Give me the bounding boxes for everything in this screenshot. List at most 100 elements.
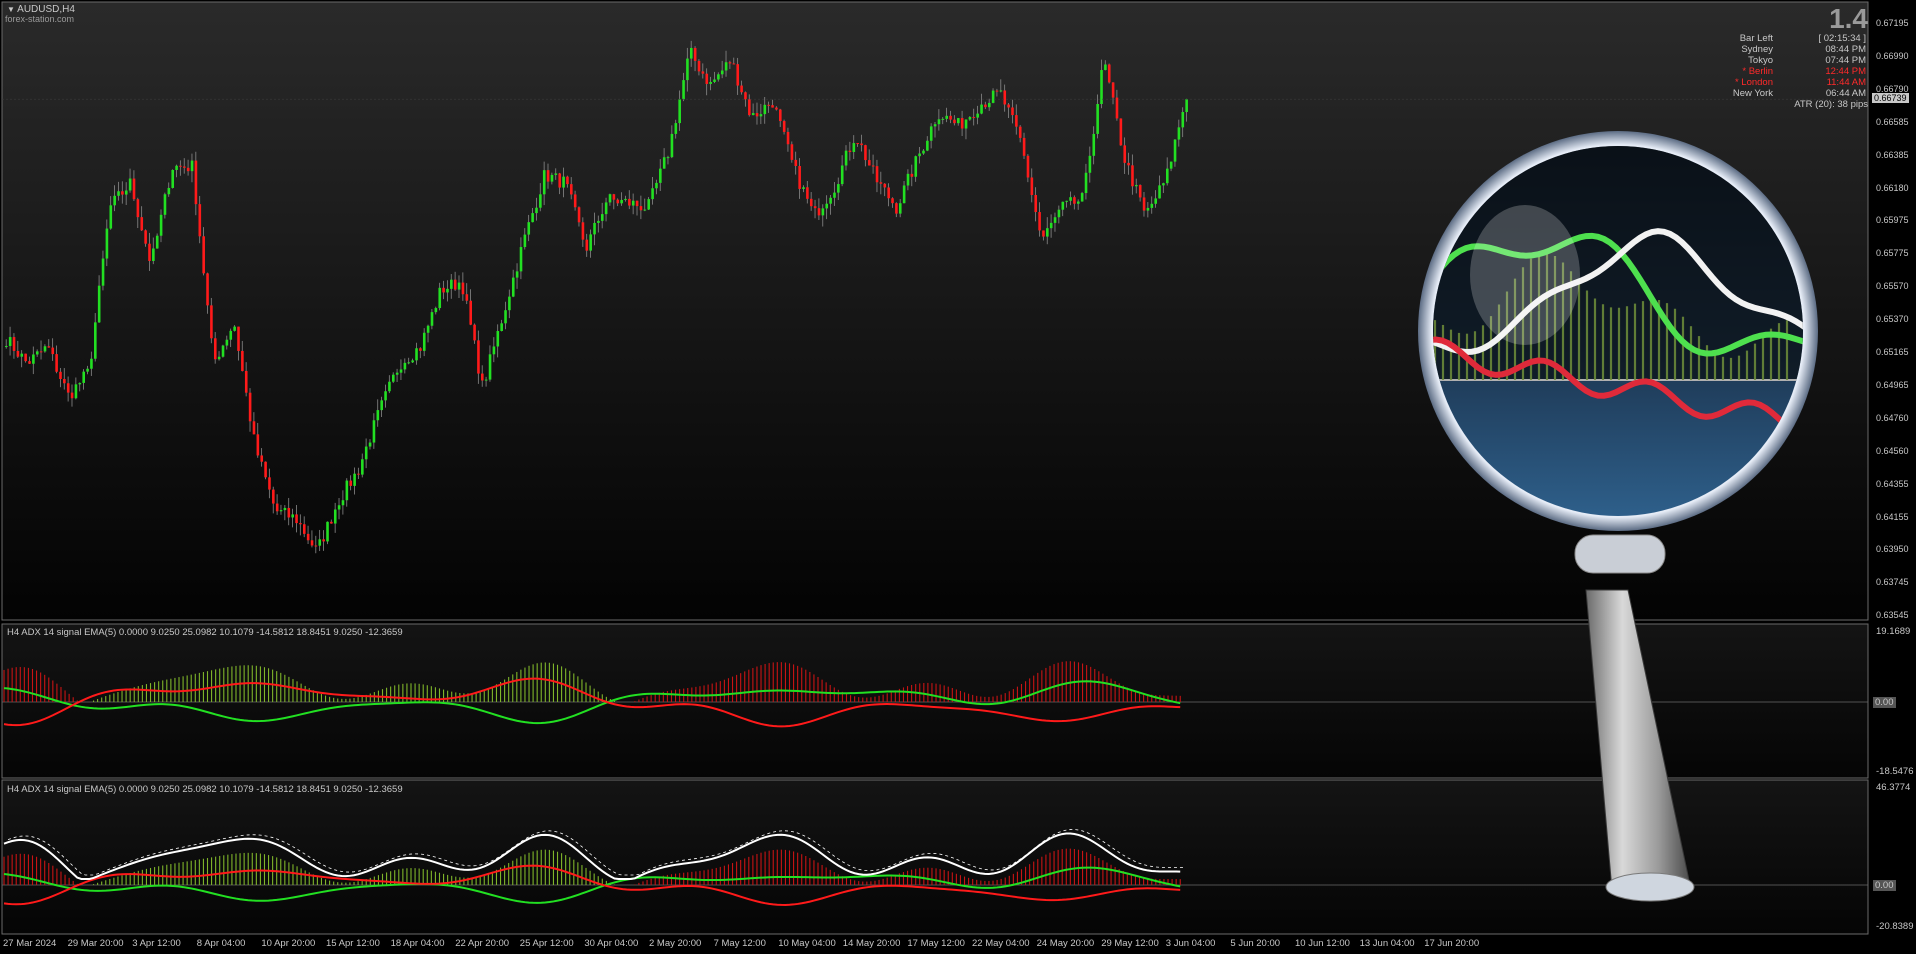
candle-body [94,322,97,359]
candle-body [1065,200,1068,202]
candle-body [1146,207,1150,211]
candle-body [256,434,260,456]
candle-body [105,228,109,259]
candle-body [299,523,302,525]
candle-body [720,70,724,75]
candle-body [682,80,685,100]
info-row-label: New York [1732,88,1773,99]
candle-body [751,113,755,116]
candle-body [655,182,658,189]
candle-body [732,63,736,65]
candle-body [24,353,27,362]
price-axis-label: 0.65975 [1876,215,1909,226]
candle-body [670,133,674,158]
candle-body [484,379,488,381]
candle-body [674,123,678,134]
candle-body [813,206,817,209]
info-rows: Bar Left [ 02:15:34 ] Sydney 08:44 PM Tokyo 0… [1620,33,1868,99]
candle-body [186,167,190,172]
candle-body [531,213,534,223]
candle-body [608,194,612,203]
candle-body [368,442,372,447]
candle-body [759,114,763,117]
candle-body [620,199,623,204]
candle-body [1069,197,1072,201]
candle-body [515,271,519,278]
candle-body [198,204,202,237]
candle-body [171,169,175,188]
candle-body [794,159,798,166]
candle-body [221,345,225,357]
candle-body [558,173,562,188]
candle-body [953,119,956,124]
candle-body [662,157,666,169]
candle-body [527,222,531,235]
candle-body [252,421,256,435]
time-axis-label: 22 Apr 20:00 [455,938,510,949]
candle-body [1138,185,1142,198]
candle-body [326,521,329,542]
candle-body [388,381,391,392]
candle-body [1150,203,1154,208]
price-axis-label: 0.63950 [1876,544,1909,555]
candle-body [1046,228,1049,237]
candle-body [55,354,58,372]
candle-body [78,382,82,385]
price-axis[interactable]: 0.67195 0.66990 0.66790 0.66585 0.66385 0.661… [1870,0,1916,622]
time-axis[interactable]: 27 Mar 2024 29 Mar 20:00 3 Apr 12:00 8 Apr … [0,936,1870,954]
candle-body [70,392,74,399]
candle-body [1073,197,1076,204]
candle-body [117,191,120,196]
candle-body [701,71,705,74]
candle-body [775,107,778,110]
candle-body [473,324,476,341]
candle-body [434,308,438,313]
candle-body [1177,127,1181,140]
chart-canvas[interactable] [0,0,1916,954]
candle-body [999,90,1003,92]
candle-body [1158,185,1161,199]
candle-body [976,113,979,118]
candle-body [1030,177,1034,195]
candle-body [782,121,786,132]
candle-body [1104,64,1107,71]
candle-body [539,194,542,208]
candle-body [407,362,411,364]
candle-body [210,305,213,339]
candle-body [8,337,12,347]
candle-body [628,198,631,206]
candle-body [693,47,697,61]
candle-body [1076,201,1080,204]
candle-body [728,62,732,64]
candle-body [860,143,863,146]
indicator2-background [2,780,1868,934]
price-axis-label: 0.64760 [1876,412,1909,423]
candle-body [829,197,832,204]
candle-body [279,510,283,512]
candle-body [225,339,229,346]
candle-body [659,168,662,183]
candle-body [926,140,929,151]
collapse-triangle-icon[interactable]: ▼ [7,5,15,14]
candle-body [1123,145,1127,163]
candle-body [272,489,275,504]
candle-body [183,166,186,168]
candle-body [554,173,558,175]
candle-body [918,153,921,157]
candle-body [1127,162,1130,166]
candle-body [844,150,848,166]
time-axis-label: 10 Apr 20:00 [261,938,316,949]
info-row-label: * London [1734,77,1773,88]
candle-body [155,235,159,249]
mt4-chart-window[interactable]: ▼ AUDUSD,H4 forex-station.com 1.4 Bar Le… [0,0,1916,954]
candle-body [35,351,39,355]
candle-body [987,102,991,108]
candle-body [616,199,620,204]
candle-body [500,323,503,332]
ind2-scale-bottom: -20.8389 [1876,921,1914,932]
candle-body [697,60,701,72]
info-panel: 1.4 [1700,2,1868,36]
price-axis-label: 0.64560 [1876,445,1909,456]
candle-body [372,420,376,443]
candle-body [453,279,457,290]
